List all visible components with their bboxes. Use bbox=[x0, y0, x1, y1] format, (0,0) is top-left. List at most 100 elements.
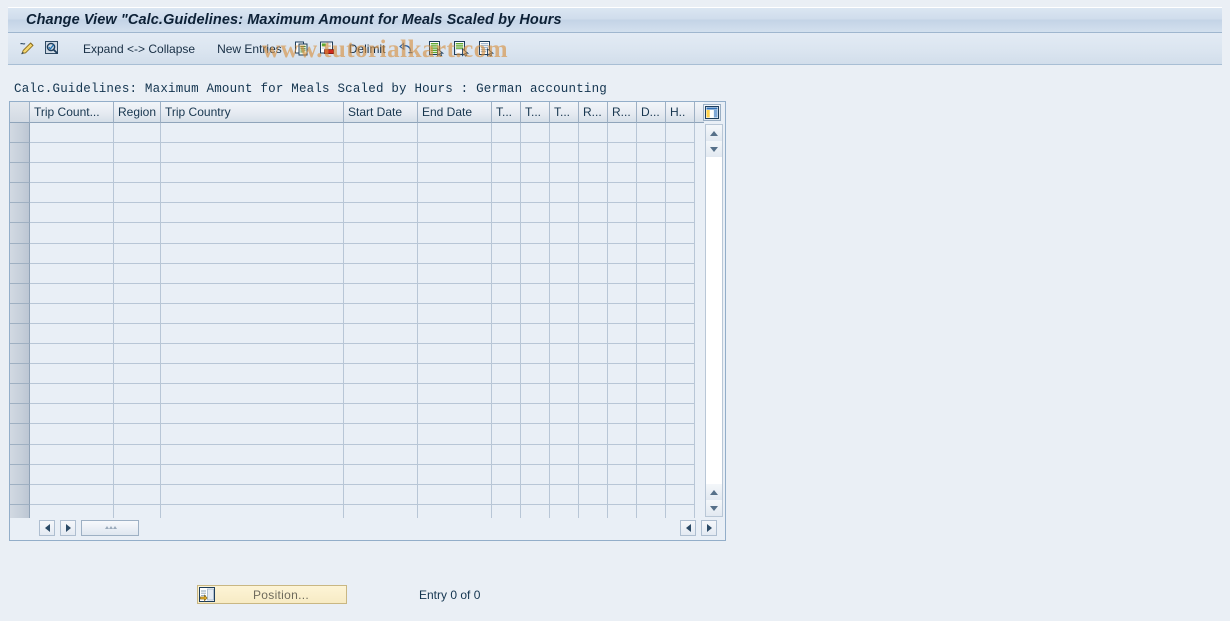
column-header-r1[interactable]: R... bbox=[579, 102, 608, 123]
cell-region[interactable] bbox=[114, 163, 161, 184]
cell-r2[interactable] bbox=[608, 344, 637, 365]
cell-start-date[interactable] bbox=[344, 283, 418, 304]
row-selector-cell[interactable] bbox=[10, 323, 30, 345]
cell-end-date[interactable] bbox=[418, 364, 492, 385]
cell-region[interactable] bbox=[114, 464, 161, 485]
cell-r2[interactable] bbox=[608, 163, 637, 184]
cell-trip-country-code[interactable] bbox=[30, 223, 114, 244]
cell-region[interactable] bbox=[114, 283, 161, 304]
cell-t3[interactable] bbox=[550, 364, 579, 385]
select-block-icon[interactable] bbox=[477, 40, 495, 58]
column-header-d1[interactable]: D... bbox=[637, 102, 666, 123]
cell-d1[interactable] bbox=[637, 424, 666, 445]
row-selector-cell[interactable] bbox=[10, 424, 30, 445]
cell-t2[interactable] bbox=[521, 404, 550, 425]
cell-t1[interactable] bbox=[492, 243, 521, 264]
cell-end-date[interactable] bbox=[418, 283, 492, 304]
cell-region[interactable] bbox=[114, 183, 161, 204]
cell-trip-country-code[interactable] bbox=[30, 404, 114, 425]
cell-r2[interactable] bbox=[608, 404, 637, 425]
hscroll-left-button[interactable] bbox=[39, 520, 55, 536]
cell-region[interactable] bbox=[114, 484, 161, 505]
pencil-display-change-icon[interactable] bbox=[18, 40, 36, 58]
cell-d1[interactable] bbox=[637, 384, 666, 405]
cell-region[interactable] bbox=[114, 444, 161, 465]
cell-r2[interactable] bbox=[608, 303, 637, 324]
table-row[interactable] bbox=[10, 384, 704, 405]
cell-trip-country[interactable] bbox=[161, 344, 344, 365]
cell-r1[interactable] bbox=[579, 303, 608, 324]
row-selector-cell[interactable] bbox=[10, 263, 30, 284]
vertical-scrollbar[interactable] bbox=[705, 124, 723, 517]
cell-d1[interactable] bbox=[637, 364, 666, 385]
cell-r2[interactable] bbox=[608, 123, 637, 144]
cell-trip-country-code[interactable] bbox=[30, 323, 114, 345]
cell-trip-country[interactable] bbox=[161, 444, 344, 465]
cell-t1[interactable] bbox=[492, 404, 521, 425]
cell-h1[interactable] bbox=[666, 263, 695, 284]
cell-region[interactable] bbox=[114, 263, 161, 284]
cell-h1[interactable] bbox=[666, 364, 695, 385]
column-header-r2[interactable]: R... bbox=[608, 102, 637, 123]
cell-r1[interactable] bbox=[579, 263, 608, 284]
cell-h1[interactable] bbox=[666, 484, 695, 505]
cell-region[interactable] bbox=[114, 364, 161, 385]
cell-start-date[interactable] bbox=[344, 364, 418, 385]
cell-t1[interactable] bbox=[492, 183, 521, 204]
cell-r2[interactable] bbox=[608, 424, 637, 445]
column-header-start-date[interactable]: Start Date bbox=[344, 102, 418, 123]
cell-t3[interactable] bbox=[550, 243, 579, 264]
cell-d1[interactable] bbox=[637, 283, 666, 304]
cell-t2[interactable] bbox=[521, 323, 550, 345]
cell-t2[interactable] bbox=[521, 243, 550, 264]
cell-t2[interactable] bbox=[521, 444, 550, 465]
cell-region[interactable] bbox=[114, 123, 161, 144]
cell-region[interactable] bbox=[114, 424, 161, 445]
cell-h1[interactable] bbox=[666, 223, 695, 244]
cell-t3[interactable] bbox=[550, 203, 579, 224]
table-row[interactable] bbox=[10, 444, 704, 465]
table-row[interactable] bbox=[10, 223, 704, 244]
cell-h1[interactable] bbox=[666, 303, 695, 324]
cell-r1[interactable] bbox=[579, 384, 608, 405]
cell-t2[interactable] bbox=[521, 464, 550, 485]
table-row[interactable] bbox=[10, 303, 704, 324]
cell-t3[interactable] bbox=[550, 143, 579, 164]
column-header-t1[interactable]: T... bbox=[492, 102, 521, 123]
cell-d1[interactable] bbox=[637, 163, 666, 184]
table-row[interactable] bbox=[10, 263, 704, 284]
cell-trip-country[interactable] bbox=[161, 163, 344, 184]
cell-trip-country-code[interactable] bbox=[30, 143, 114, 164]
cell-d1[interactable] bbox=[637, 183, 666, 204]
cell-r2[interactable] bbox=[608, 243, 637, 264]
cell-t2[interactable] bbox=[521, 183, 550, 204]
cell-h1[interactable] bbox=[666, 163, 695, 184]
cell-trip-country-code[interactable] bbox=[30, 183, 114, 204]
cell-t2[interactable] bbox=[521, 123, 550, 144]
cell-d1[interactable] bbox=[637, 404, 666, 425]
cell-region[interactable] bbox=[114, 203, 161, 224]
cell-t3[interactable] bbox=[550, 123, 579, 144]
column-header-row-selector[interactable] bbox=[10, 102, 30, 123]
cell-r1[interactable] bbox=[579, 243, 608, 264]
cell-r1[interactable] bbox=[579, 183, 608, 204]
cell-r1[interactable] bbox=[579, 344, 608, 365]
table-row[interactable] bbox=[10, 123, 704, 144]
cell-end-date[interactable] bbox=[418, 223, 492, 244]
cell-trip-country[interactable] bbox=[161, 263, 344, 284]
cell-d1[interactable] bbox=[637, 323, 666, 345]
row-selector-cell[interactable] bbox=[10, 364, 30, 385]
cell-trip-country-code[interactable] bbox=[30, 203, 114, 224]
cell-trip-country[interactable] bbox=[161, 223, 344, 244]
cell-t1[interactable] bbox=[492, 203, 521, 224]
cell-end-date[interactable] bbox=[418, 484, 492, 505]
cell-r2[interactable] bbox=[608, 444, 637, 465]
magnifier-check-icon[interactable] bbox=[43, 40, 61, 58]
cell-h1[interactable] bbox=[666, 323, 695, 345]
row-selector-cell[interactable] bbox=[10, 484, 30, 505]
horizontal-scrollbar[interactable] bbox=[10, 517, 725, 539]
cell-r2[interactable] bbox=[608, 464, 637, 485]
cell-trip-country[interactable] bbox=[161, 323, 344, 345]
cell-t3[interactable] bbox=[550, 163, 579, 184]
row-selector-cell[interactable] bbox=[10, 203, 30, 224]
